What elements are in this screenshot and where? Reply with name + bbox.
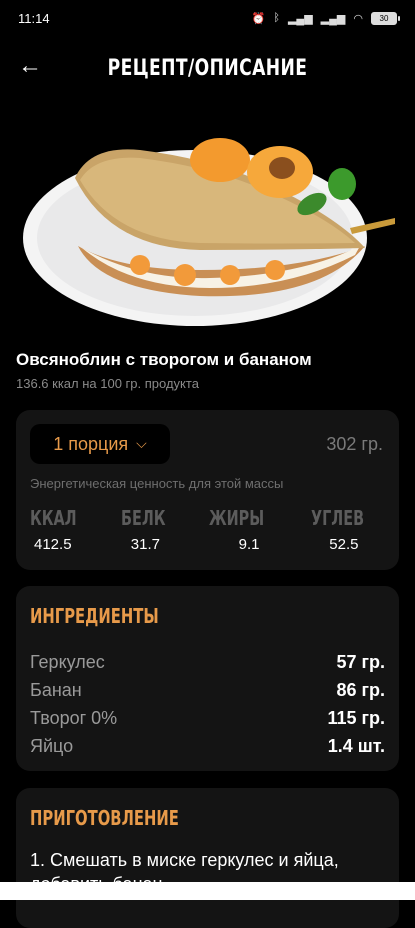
ingredient-qty: 115 гр. [327,707,385,728]
ingredient-name: Банан [30,679,82,700]
preparation-title: ПРИГОТОВЛЕНИЕ [30,806,179,830]
ingredients-list: Геркулес 57 гр. Банан 86 гр. Творог 0% 1… [30,648,385,760]
energy-note: Энергетическая ценность для этой массы [30,476,284,491]
page-title: РЕЦЕПТ/ОПИСАНИЕ [107,55,308,81]
macro-protein: БЕЛК 31.7 [121,506,183,560]
macro-label: ККАЛ [30,506,77,530]
alarm-icon: ⏰ [251,12,266,25]
macro-value: 52.5 [329,536,359,553]
macro-value: 31.7 [130,536,160,553]
dish-kcal-note: 136.6 ккал на 100 гр. продукта [16,376,199,391]
wifi-icon: ◠ [353,12,363,25]
chevron-down-icon: ⌵ [136,434,147,451]
bluetooth-icon: ᛒ [273,12,280,24]
preparation-card: ПРИГОТОВЛЕНИЕ 1. Смешать в миске геркуле… [16,788,399,928]
dish-name: Овсяноблин с творогом и бананом [16,350,312,369]
nutrition-card: 1 порция ⌵ 302 гр. Энергетическая ценнос… [16,410,399,570]
bottom-nav-bar [0,882,415,900]
macro-fat: ЖИРЫ 9.1 [209,506,286,560]
macros-row: ККАЛ 412.5 БЕЛК 31.7 ЖИРЫ 9.1 УГЛЕВ 52.5 [30,506,385,560]
ingredient-name: Яйцо [30,735,74,756]
ingredients-card: ИНГРЕДИЕНТЫ Геркулес 57 гр. Банан 86 гр.… [16,586,399,771]
macro-label: БЕЛК [120,506,166,530]
signal-icon: ▂▄▆ [287,12,313,25]
status-bar: 11:14 ⏰ ᛒ ▂▄▆ ▂▄▆ ◠ 30 [0,0,415,36]
list-item: Геркулес 57 гр. [30,648,385,676]
ingredient-qty: 1.4 шт. [327,735,385,756]
ingredient-qty: 86 гр. [336,679,385,700]
macro-value: 412.5 [34,536,72,553]
portion-label: 1 порция [53,433,129,454]
portion-weight: 302 гр. [326,434,383,454]
arrow-left-icon: ← [18,52,42,79]
macro-carbs: УГЛЕВ 52.5 [311,506,385,560]
ingredient-name: Геркулес [30,651,105,672]
ingredient-name: Творог 0% [30,707,118,728]
ingredient-qty: 57 гр. [336,651,385,672]
status-icons: ⏰ ᛒ ▂▄▆ ▂▄▆ ◠ 30 [251,11,400,25]
macro-value: 9.1 [238,536,260,553]
list-item: Яйцо 1.4 шт. [30,732,385,760]
status-time: 11:14 [18,10,50,26]
back-button[interactable]: ← [16,52,44,80]
macro-label: УГЛЕВ [311,506,365,530]
list-item: Творог 0% 115 гр. [30,704,385,732]
dish-photo [23,138,395,326]
macro-label: ЖИРЫ [208,506,264,530]
battery-icon: 30 [371,11,400,25]
signal-icon-2: ▂▄▆ [320,12,346,25]
battery-level: 30 [379,13,389,23]
macro-kcal: ККАЛ 412.5 [30,506,95,560]
ingredients-title: ИНГРЕДИЕНТЫ [30,604,159,628]
list-item: Банан 86 гр. [30,676,385,704]
top-app-bar: ← РЕЦЕПТ/ОПИСАНИЕ [0,40,415,96]
portion-selector[interactable]: 1 порция ⌵ [30,424,170,464]
